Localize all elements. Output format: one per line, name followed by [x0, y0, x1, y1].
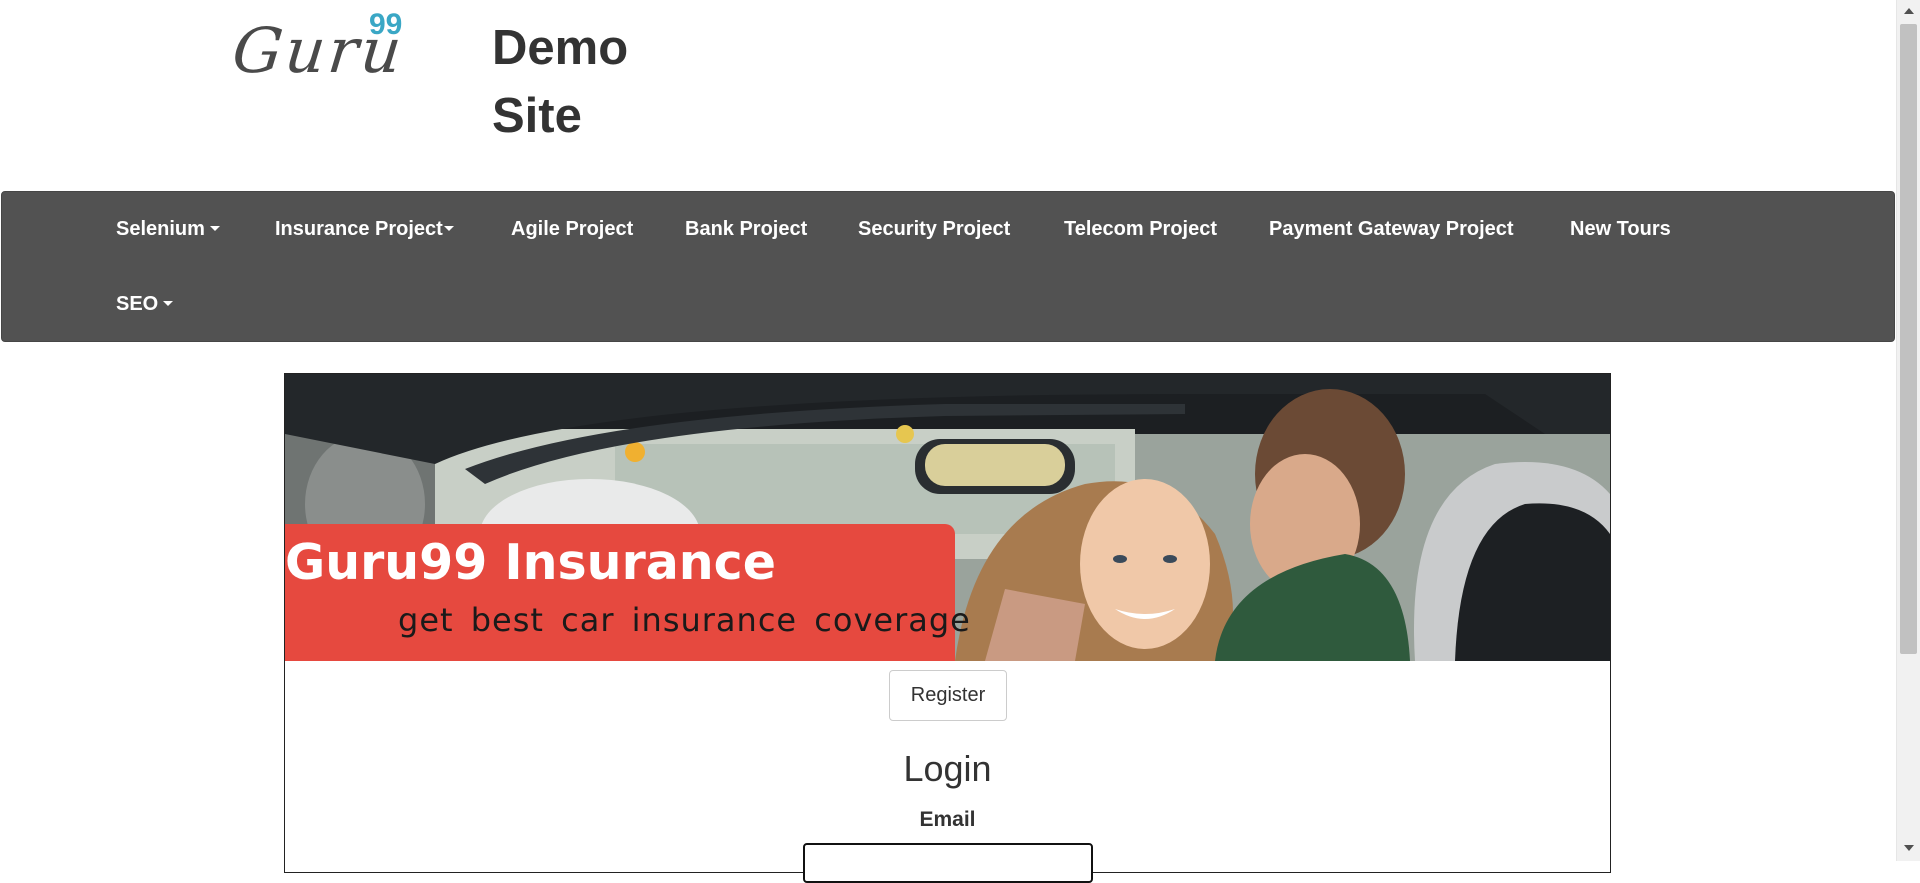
site-title-line1: Demo: [492, 21, 629, 75]
nav-item-bank-project[interactable]: Bank Project: [685, 218, 807, 241]
nav-item-label: Insurance Project: [275, 218, 443, 240]
banner-title: Guru99 Insurance: [285, 534, 776, 591]
nav-item-label: Selenium: [116, 218, 205, 240]
login-heading: Login: [903, 748, 992, 789]
guru99-logo[interactable]: Guru 99: [229, 8, 413, 88]
nav-item-agile-project[interactable]: Agile Project: [511, 218, 633, 241]
main-navbar: Selenium Insurance Project Agile Project…: [1, 191, 1895, 342]
nav-item-telecom-project[interactable]: Telecom Project: [1064, 218, 1217, 241]
register-button[interactable]: Register: [889, 670, 1007, 721]
site-header: Guru 99 Demo Site: [0, 0, 1896, 190]
logo-superscript: 99: [369, 8, 403, 41]
caret-down-icon: [209, 226, 220, 232]
nav-item-selenium[interactable]: Selenium: [116, 218, 220, 241]
banner-subtitle: get best car insurance coverage: [398, 601, 971, 639]
nav-item-label: New Tours: [1570, 218, 1671, 240]
nav-item-seo[interactable]: SEO: [116, 293, 174, 316]
insurance-banner: Guru99 Insurance get best car insurance …: [285, 374, 1610, 661]
email-input[interactable]: [803, 843, 1093, 883]
nav-item-label: Payment Gateway Project: [1269, 218, 1514, 240]
nav-item-insurance-project[interactable]: Insurance Project: [275, 218, 454, 241]
nav-item-label: Agile Project: [511, 218, 634, 240]
email-label: Email: [919, 808, 976, 831]
scroll-up-arrow-icon[interactable]: [1904, 8, 1914, 14]
caret-down-icon: [443, 226, 454, 232]
site-title-line2: Site: [492, 89, 582, 143]
caret-down-icon: [163, 301, 174, 307]
nav-item-payment-gateway-project[interactable]: Payment Gateway Project: [1269, 218, 1514, 241]
scroll-down-arrow-icon[interactable]: [1904, 845, 1914, 851]
insurance-login-panel: Guru99 Insurance get best car insurance …: [284, 373, 1611, 883]
nav-item-label: SEO: [116, 293, 159, 315]
nav-item-security-project[interactable]: Security Project: [858, 218, 1010, 241]
nav-item-label: Bank Project: [685, 218, 808, 240]
vertical-scrollbar[interactable]: [1896, 0, 1920, 861]
nav-item-new-tours[interactable]: New Tours: [1570, 218, 1671, 241]
nav-item-label: Security Project: [858, 218, 1011, 240]
site-title: Demo Site: [492, 14, 662, 150]
nav-item-label: Telecom Project: [1064, 218, 1218, 240]
scrollbar-thumb[interactable]: [1900, 24, 1917, 654]
